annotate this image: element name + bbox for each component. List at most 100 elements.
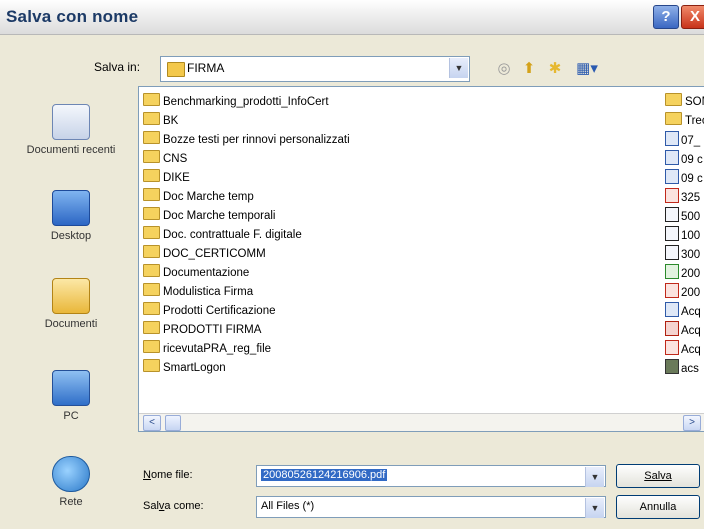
pdf-file-icon: [665, 188, 679, 203]
list-item[interactable]: acs: [665, 359, 704, 378]
title-bar[interactable]: Salva con nome ? X: [0, 0, 704, 35]
pdf-file-icon: [665, 283, 679, 298]
folder-column: Benchmarking_prodotti_InfoCert BK Bozze …: [143, 93, 350, 378]
list-item[interactable]: 09 c: [665, 169, 704, 188]
cancel-button[interactable]: Annulla: [616, 495, 700, 519]
pdf-file-icon: [665, 340, 679, 355]
save-in-dropdown[interactable]: FIRMA ▼: [160, 56, 470, 82]
file-icon: [665, 207, 679, 222]
filename-label: Nome file:: [143, 469, 193, 481]
list-item[interactable]: PRODOTTI FIRMA: [143, 321, 350, 340]
file-column-2: SOM Trec 07_ 09 c 09 c 325 500 100 300 2…: [665, 93, 704, 378]
word-file-icon: [665, 169, 679, 184]
list-item[interactable]: 09 c: [665, 150, 704, 169]
place-network[interactable]: Rete: [12, 456, 130, 508]
folder-icon: [167, 62, 185, 77]
place-label: Rete: [59, 496, 83, 508]
list-item[interactable]: 07_: [665, 131, 704, 150]
filetype-label: Salva come:: [143, 500, 204, 512]
window-title: Salva con nome: [6, 7, 139, 26]
place-recent[interactable]: Documenti recenti: [12, 104, 130, 156]
chevron-down-icon[interactable]: ▼: [585, 498, 604, 518]
place-label: PC: [63, 410, 79, 422]
chevron-down-icon[interactable]: ▼: [585, 467, 604, 487]
place-label: Documenti: [44, 318, 98, 330]
list-item[interactable]: BK: [143, 112, 350, 131]
chevron-down-icon[interactable]: ▼: [449, 58, 468, 78]
list-item[interactable]: DOC_CERTICOMM: [143, 245, 350, 264]
folder-icon: [143, 340, 160, 353]
word-file-icon: [665, 131, 679, 146]
folder-icon: [143, 226, 160, 239]
list-item[interactable]: ricevutaPRA_reg_file: [143, 340, 350, 359]
folder-icon: [143, 302, 160, 315]
save-in-label: Salva in:: [94, 60, 141, 74]
list-item[interactable]: 200: [665, 283, 704, 302]
folder-icon: [665, 93, 682, 106]
place-pc[interactable]: PC: [12, 370, 130, 422]
list-item[interactable]: Modulistica Firma: [143, 283, 350, 302]
list-item[interactable]: 100: [665, 226, 704, 245]
folder-icon: [143, 169, 160, 182]
documents-folder-icon: [52, 278, 90, 314]
list-item[interactable]: 200: [665, 264, 704, 283]
network-icon: [52, 456, 90, 492]
list-item[interactable]: Acq: [665, 302, 704, 321]
view-menu-icon[interactable]: ▦▾: [571, 59, 603, 79]
file-list[interactable]: Benchmarking_prodotti_InfoCert BK Bozze …: [138, 86, 704, 432]
computer-icon: [52, 370, 90, 406]
new-folder-icon[interactable]: ✱: [545, 59, 565, 79]
folder-icon: [665, 112, 682, 125]
file-icon: [665, 226, 679, 241]
scroll-left-button[interactable]: <: [143, 415, 161, 431]
scroll-right-button[interactable]: >: [683, 415, 701, 431]
filename-input[interactable]: 20080526124216906.pdf ▼: [256, 465, 606, 487]
list-item[interactable]: Prodotti Certificazione: [143, 302, 350, 321]
filename-value: 20080526124216906.pdf: [261, 469, 388, 481]
filetype-select[interactable]: All Files (*) ▼: [256, 496, 606, 518]
list-item[interactable]: Trec: [665, 112, 704, 131]
folder-icon: [143, 112, 160, 125]
list-item[interactable]: Benchmarking_prodotti_InfoCert: [143, 93, 350, 112]
list-item[interactable]: DIKE: [143, 169, 350, 188]
place-label: Documenti recenti: [26, 144, 116, 156]
place-documents[interactable]: Documenti: [12, 278, 130, 330]
folder-icon: [143, 321, 160, 334]
presentation-file-icon: [665, 321, 679, 336]
folder-icon: [143, 283, 160, 296]
folder-icon: [143, 245, 160, 258]
folder-icon: [143, 188, 160, 201]
horizontal-scrollbar[interactable]: < >: [139, 413, 704, 431]
folder-icon: [143, 131, 160, 144]
archive-file-icon: [665, 359, 679, 374]
list-item[interactable]: Doc. contrattuale F. digitale: [143, 226, 350, 245]
list-item[interactable]: 500: [665, 207, 704, 226]
list-item[interactable]: Bozze testi per rinnovi personalizzati: [143, 131, 350, 150]
desktop-icon: [52, 190, 90, 226]
scroll-thumb[interactable]: [165, 415, 181, 431]
list-item[interactable]: Documentazione: [143, 264, 350, 283]
back-icon[interactable]: ◎: [494, 59, 514, 79]
list-item[interactable]: Acq: [665, 321, 704, 340]
folder-icon: [143, 207, 160, 220]
folder-icon: [143, 264, 160, 277]
save-in-value: FIRMA: [187, 61, 225, 75]
word-file-icon: [665, 150, 679, 165]
up-folder-icon[interactable]: ⬆: [519, 59, 539, 79]
list-item[interactable]: CNS: [143, 150, 350, 169]
place-label: Desktop: [50, 230, 92, 242]
list-item[interactable]: SmartLogon: [143, 359, 350, 378]
close-button[interactable]: X: [681, 5, 704, 29]
list-item[interactable]: Doc Marche temp: [143, 188, 350, 207]
place-desktop[interactable]: Desktop: [12, 190, 130, 242]
save-button[interactable]: Salva: [616, 464, 700, 488]
list-item[interactable]: SOM: [665, 93, 704, 112]
list-item[interactable]: Doc Marche temporali: [143, 207, 350, 226]
help-button[interactable]: ?: [653, 5, 679, 29]
list-item[interactable]: Acq: [665, 340, 704, 359]
list-item[interactable]: 325: [665, 188, 704, 207]
folder-icon: [143, 150, 160, 163]
folder-icon: [143, 93, 160, 106]
word-file-icon: [665, 302, 679, 317]
list-item[interactable]: 300: [665, 245, 704, 264]
